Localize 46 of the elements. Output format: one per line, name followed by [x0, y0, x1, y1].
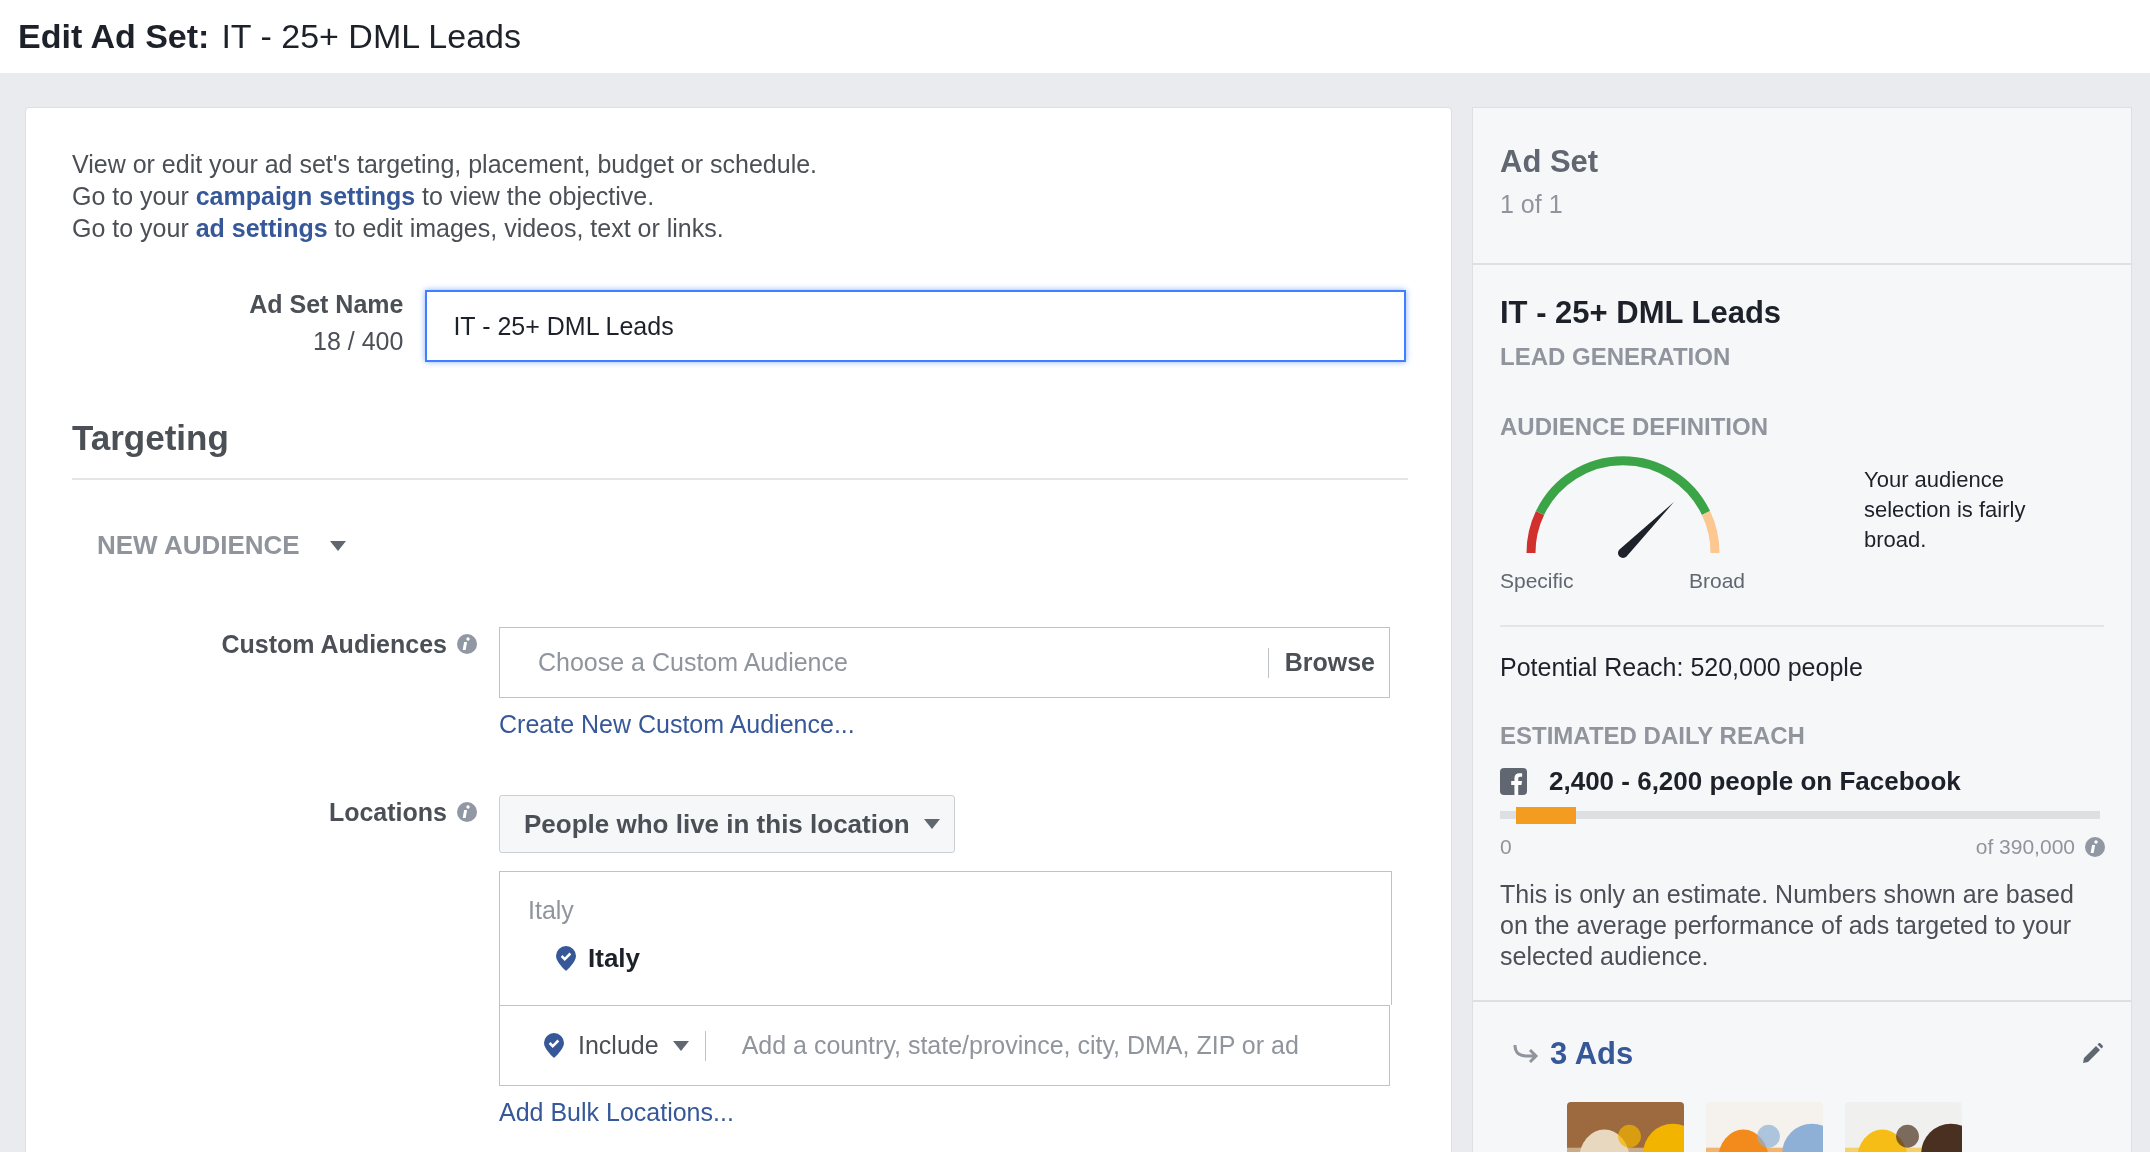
scale-max: of 390,000: [1975, 835, 2075, 859]
field-label: Custom Audiences: [221, 629, 447, 659]
gauge-max-label: Broad: [1688, 569, 1745, 593]
intro-text: Go to your campaign settings to view the objective.: [72, 181, 656, 212]
ads-link[interactable]: 3 Ads: [1550, 1036, 2070, 1072]
section-heading: ESTIMATED DAILY REACH: [1500, 722, 1806, 750]
objective-label: LEAD GENERATION: [1500, 343, 1732, 371]
browse-button[interactable]: Browse: [1268, 648, 1389, 677]
gauge-min-label: Specific: [1500, 569, 1574, 593]
pencil-icon[interactable]: [2080, 1042, 2104, 1066]
audience-note: Your audience selection is fairly broad.: [1864, 466, 2027, 554]
panel-title: Ad Set: [1500, 144, 1600, 180]
location-type-dropdown[interactable]: People who live in this location: [499, 795, 955, 853]
pin-icon: [556, 946, 576, 971]
return-arrow-icon: [1512, 1043, 1540, 1065]
daily-reach-value: 2,400 - 6,200 people on Facebook: [1549, 766, 1961, 797]
location-name: Italy: [588, 943, 641, 974]
potential-reach: Potential Reach: 520,000 people: [1500, 653, 1864, 682]
estimate-note: This is only an estimate. Numbers shown are based on the average performance of ads targeted to your selected audience.: [1500, 879, 2075, 972]
add-bulk-locations-link[interactable]: Add Bulk Locations...: [499, 1098, 734, 1127]
ad-set-name-input[interactable]: IT - 25+ DML Leads: [425, 290, 1406, 362]
intro-text: Go to your ad settings to edit images, videos, text or links.: [72, 213, 725, 244]
section-title: Targeting: [72, 418, 230, 458]
location-group: Italy: [528, 896, 1391, 925]
info-icon[interactable]: [2085, 837, 2105, 857]
caret-icon: [329, 540, 346, 551]
facebook-icon: [1500, 768, 1527, 795]
custom-audience-field[interactable]: Choose a Custom Audience Browse: [499, 627, 1390, 698]
location-search-field[interactable]: Include Add a country, state/province, city, DMA, ZIP or ad: [499, 1005, 1390, 1086]
field-label: Ad Set Name: [249, 290, 404, 319]
pin-icon: [544, 1033, 564, 1058]
page-title-label: Edit Ad Set:: [18, 17, 210, 56]
ad-set-name: IT - 25+ DML Leads: [1500, 295, 1783, 331]
caret-icon: [672, 1040, 689, 1051]
intro-text: View or edit your ad set's targeting, placement, budget or schedule.: [72, 149, 819, 180]
info-icon[interactable]: [457, 802, 477, 822]
include-dropdown[interactable]: Include: [500, 1031, 705, 1060]
caret-icon: [923, 819, 940, 829]
ad-set-count: 1 of 1: [1500, 190, 1564, 219]
page-title: IT - 25+ DML Leads: [221, 17, 521, 56]
section-heading: AUDIENCE DEFINITION: [1500, 413, 1769, 441]
scale-min: 0: [1500, 835, 1512, 859]
create-audience-link[interactable]: Create New Custom Audience...: [499, 710, 855, 739]
info-icon[interactable]: [457, 634, 477, 654]
field-label: Locations: [328, 797, 447, 827]
character-counter: 18 / 400: [313, 327, 404, 356]
